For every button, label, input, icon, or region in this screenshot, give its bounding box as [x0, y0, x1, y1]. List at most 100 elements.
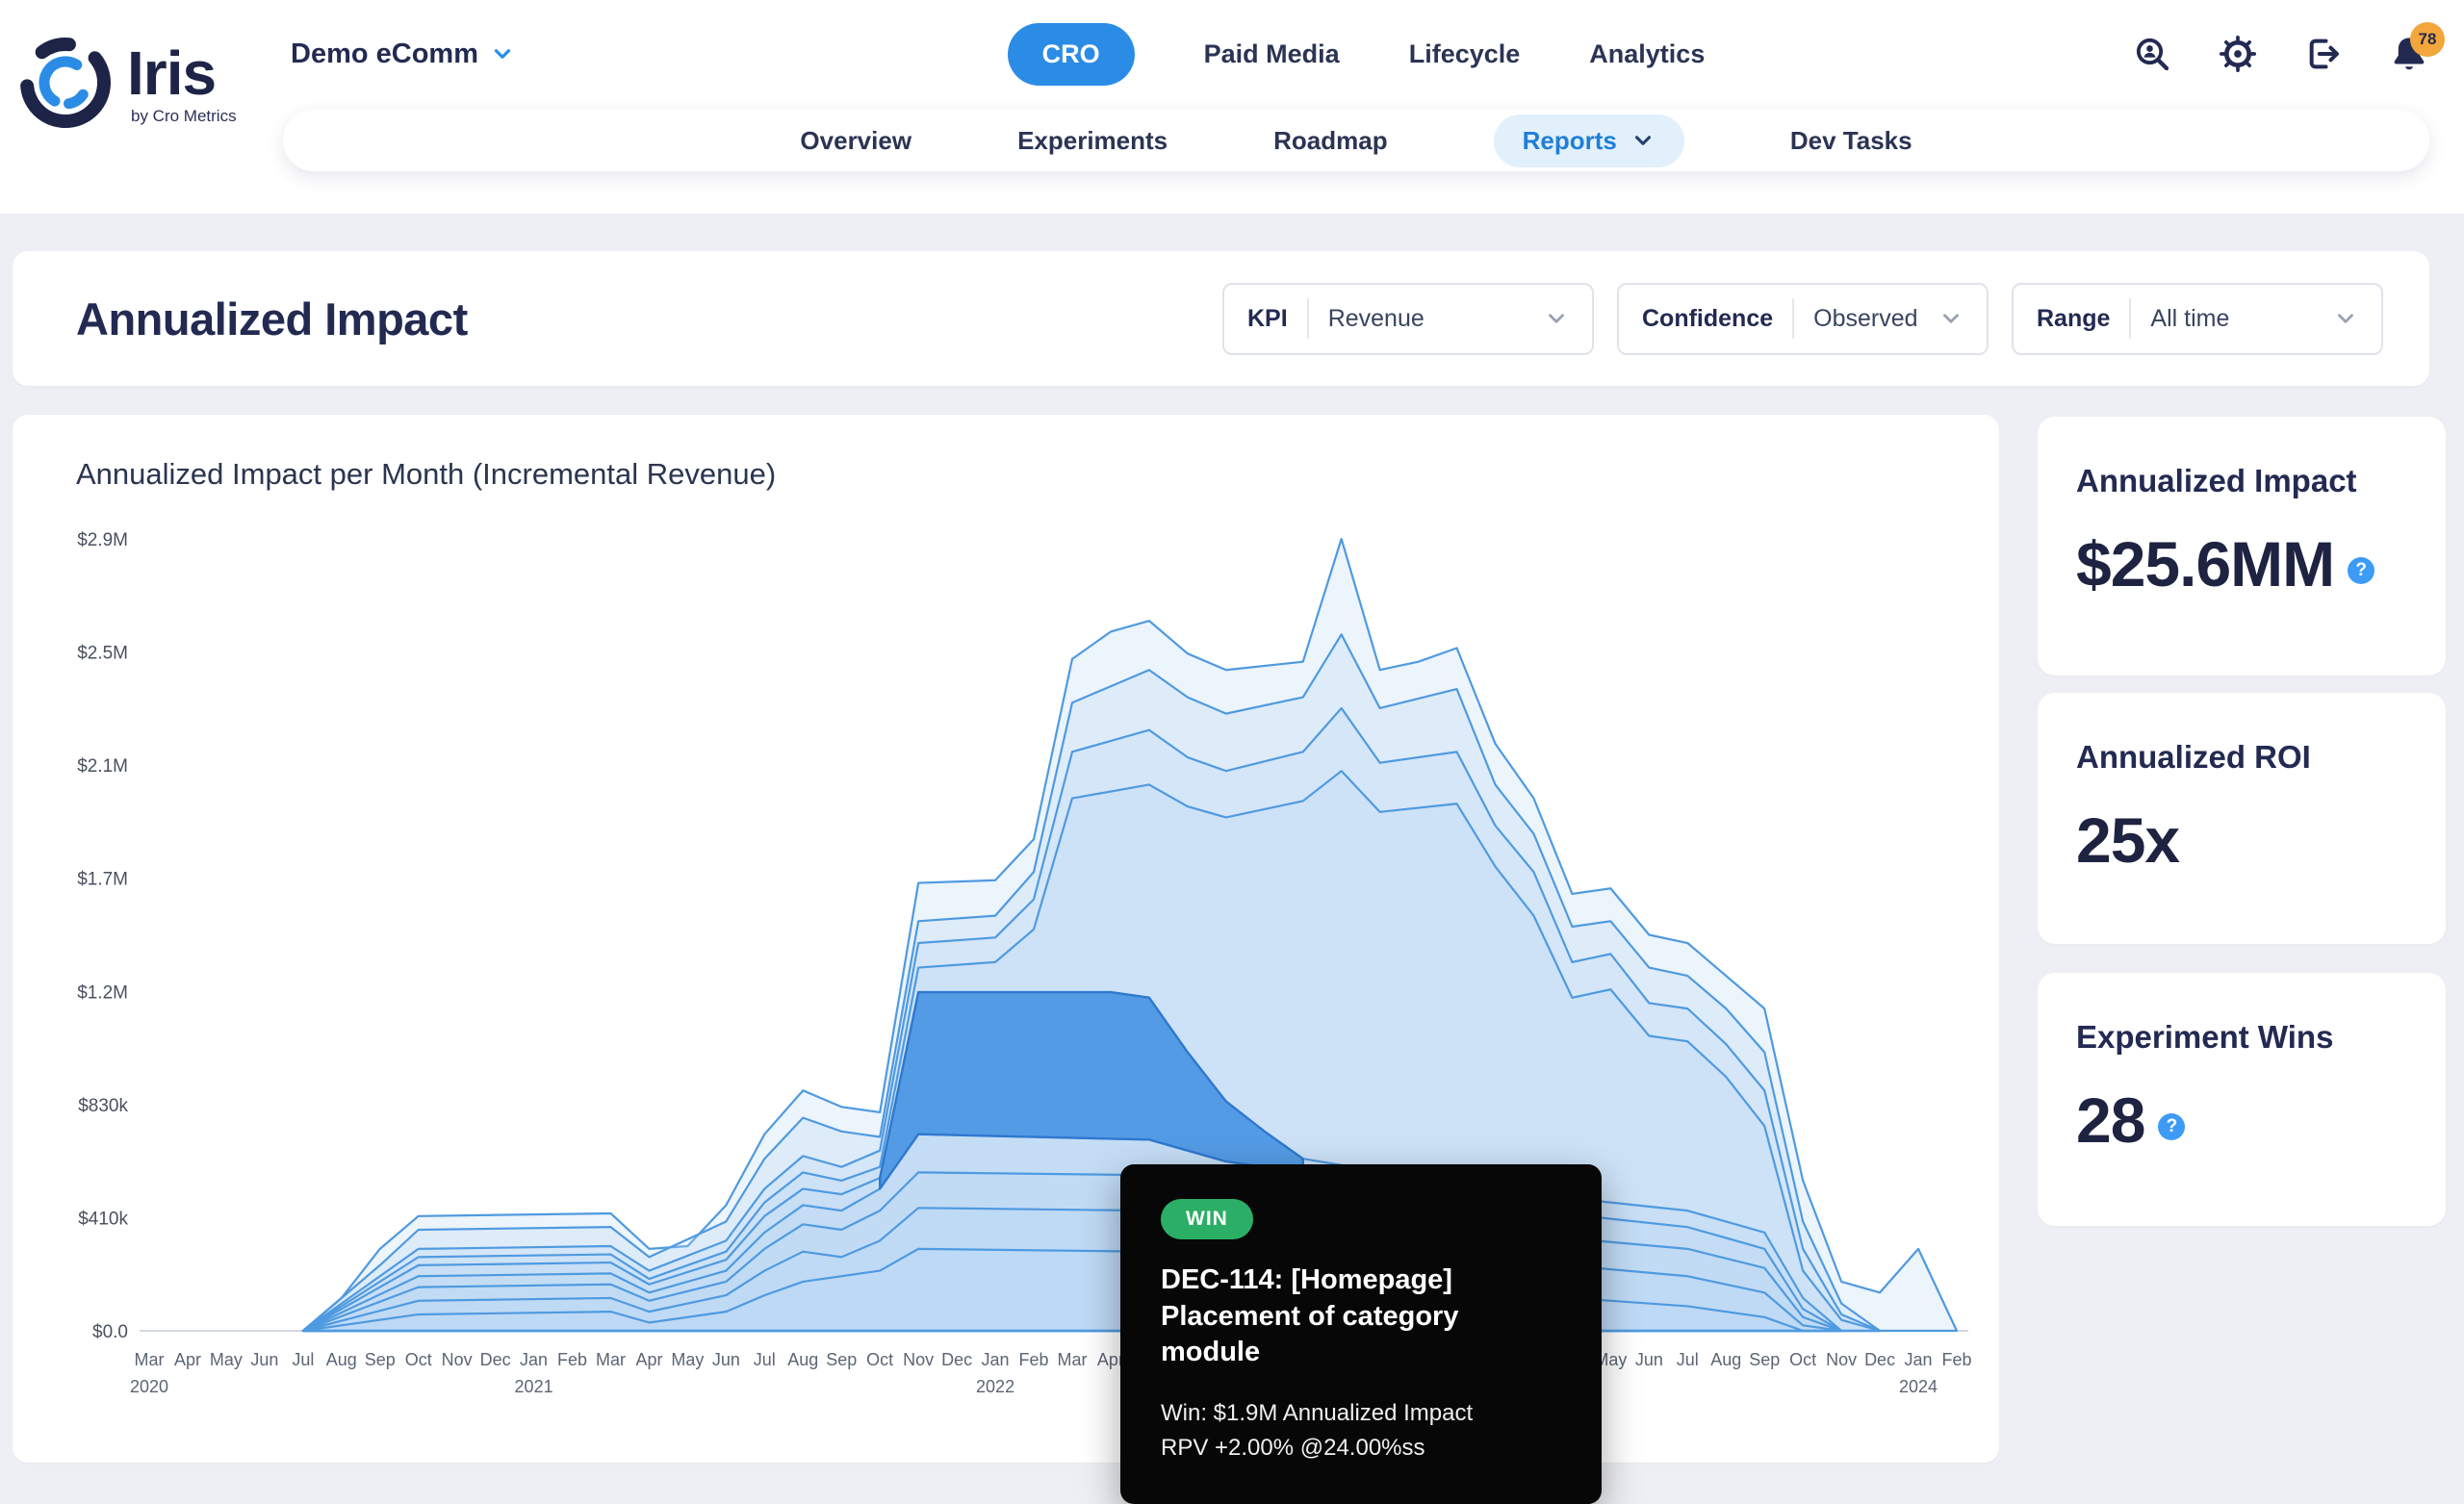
x-tick-label: Dec — [1864, 1350, 1895, 1369]
y-tick-label: $2.1M — [77, 756, 128, 777]
help-icon[interactable]: ? — [2158, 1113, 2186, 1140]
nav-item-analytics[interactable]: Analytics — [1589, 39, 1705, 69]
page-title-bar: Annualized Impact KPI Revenue Confidence… — [13, 251, 2429, 386]
x-tick-label: Jan — [1905, 1350, 1933, 1369]
nav-item-cro[interactable]: CRO — [1007, 22, 1135, 86]
kpi-filter-dropdown[interactable]: KPI Revenue — [1222, 282, 1594, 355]
x-tick-label: Dec — [941, 1350, 972, 1369]
help-icon[interactable]: ? — [2348, 557, 2375, 584]
tooltip-rpv-line: RPV +2.00% @24.00%ss — [1161, 1435, 1425, 1462]
divider — [2129, 298, 2132, 339]
impact-area-chart[interactable]: $0.0 $410k $830k $1.2M $1.7M $2.1M $2.5M $2.9M M… — [13, 415, 1999, 1463]
x-tick-label: Apr — [635, 1350, 662, 1369]
y-tick-label: $0.0 — [92, 1322, 128, 1342]
filter-group: KPI Revenue Confidence Observed Range Al… — [1222, 282, 2383, 355]
x-tick-label: Mar — [1057, 1350, 1087, 1369]
tab-overview[interactable]: Overview — [800, 126, 911, 156]
chevron-down-icon — [1943, 314, 1959, 323]
notification-count-badge: 78 — [2410, 22, 2445, 57]
range-filter-label: Range — [2037, 304, 2111, 332]
y-tick-label: $1.2M — [77, 982, 128, 1003]
primary-nav: CRO Paid Media Lifecycle Analytics — [283, 0, 2429, 108]
iris-logo-icon — [20, 38, 111, 128]
x-tick-label: Nov — [903, 1350, 934, 1369]
x-year-label: 2022 — [976, 1377, 1014, 1396]
x-tick-label: May — [210, 1350, 243, 1369]
nav-item-lifecycle[interactable]: Lifecycle — [1409, 39, 1521, 69]
x-tick-label: Mar — [596, 1350, 626, 1369]
x-tick-label: Jan — [520, 1350, 548, 1369]
x-tick-label: Jul — [1677, 1350, 1699, 1369]
x-year-label: 2021 — [515, 1377, 553, 1396]
x-tick-label: Jan — [982, 1350, 1010, 1369]
header-icon-group: 78 — [2132, 0, 2445, 108]
win-status-badge: WIN — [1161, 1199, 1253, 1239]
tooltip-details: Win: $1.9M Annualized Impact RPV +2.00% … — [1161, 1396, 1561, 1466]
annualized-impact-card: Annualized Impact $25.6MM ? — [2038, 417, 2446, 676]
y-tick-label: $830k — [78, 1096, 128, 1116]
tab-roadmap[interactable]: Roadmap — [1273, 126, 1387, 156]
x-year-label: 2020 — [130, 1377, 168, 1396]
x-tick-label: Sep — [826, 1350, 857, 1369]
tooltip-experiment-title: DEC-114: [Homepage] Placement of categor… — [1161, 1264, 1459, 1368]
chevron-down-icon — [1634, 136, 1651, 145]
range-filter-value: All time — [2150, 304, 2230, 332]
app-header: Iris by Cro Metrics Demo eComm CRO Paid … — [0, 0, 2464, 214]
tooltip-impact-line: Win: $1.9M Annualized Impact — [1161, 1400, 1474, 1427]
x-tick-label: Dec — [480, 1350, 511, 1369]
nav-item-paid-media[interactable]: Paid Media — [1204, 39, 1340, 69]
x-tick-label: Sep — [365, 1350, 396, 1369]
y-tick-label: $2.5M — [77, 644, 128, 664]
tab-reports-label: Reports — [1522, 125, 1617, 155]
chevron-down-icon — [2338, 314, 2353, 323]
annualized-roi-card: Annualized ROI 25x — [2038, 693, 2446, 944]
x-tick-label: Feb — [1941, 1350, 1971, 1369]
stat-title: Experiment Wins — [2076, 1019, 2334, 1055]
x-tick-label: Mar — [135, 1350, 165, 1369]
annualized-impact-value: $25.6MM — [2076, 528, 2335, 599]
x-tick-label: Aug — [326, 1350, 357, 1369]
y-tick-label: $410k — [78, 1209, 128, 1229]
x-tick-label: Nov — [442, 1350, 473, 1369]
logo-title: Iris — [127, 38, 217, 108]
user-search-icon[interactable] — [2132, 34, 2172, 74]
y-tick-label: $1.7M — [77, 870, 128, 890]
tab-dev-tasks[interactable]: Dev Tasks — [1790, 126, 1912, 156]
sign-out-icon[interactable] — [2303, 34, 2344, 74]
y-tick-label: $2.9M — [77, 530, 128, 550]
experiment-wins-value: 28 — [2076, 1084, 2145, 1156]
divider — [1792, 298, 1795, 339]
confidence-filter-value: Observed — [1813, 304, 1918, 332]
x-tick-label: Aug — [787, 1350, 818, 1369]
stat-title: Annualized Impact — [2076, 463, 2357, 498]
x-tick-label: Jun — [712, 1350, 740, 1369]
x-tick-label: Oct — [1789, 1350, 1816, 1369]
kpi-filter-label: KPI — [1247, 304, 1288, 332]
confidence-filter-dropdown[interactable]: Confidence Observed — [1617, 282, 1989, 355]
confidence-filter-label: Confidence — [1642, 304, 1774, 332]
settings-gear-icon[interactable] — [2218, 34, 2258, 74]
x-year-label: 2024 — [1899, 1377, 1938, 1396]
x-tick-label: Sep — [1749, 1350, 1780, 1369]
x-tick-label: Apr — [174, 1350, 201, 1369]
x-tick-label: Aug — [1710, 1350, 1741, 1369]
experiment-wins-card: Experiment Wins 28 ? — [2038, 973, 2446, 1226]
x-tick-label: May — [671, 1350, 704, 1369]
chart-tooltip: WIN DEC-114: [Homepage] Placement of cat… — [1120, 1164, 1602, 1504]
x-tick-label: Jul — [292, 1350, 314, 1369]
tab-experiments[interactable]: Experiments — [1017, 126, 1168, 156]
impact-chart-card: Annualized Impact per Month (Incremental… — [13, 415, 1999, 1504]
kpi-filter-value: Revenue — [1327, 304, 1424, 332]
chevron-down-icon — [1549, 314, 1564, 323]
tab-reports[interactable]: Reports — [1493, 114, 1684, 167]
x-tick-label: Oct — [405, 1350, 432, 1369]
x-tick-label: Feb — [557, 1350, 587, 1369]
x-tick-label: Jun — [1635, 1350, 1663, 1369]
iris-logo[interactable]: Iris by Cro Metrics — [15, 33, 237, 133]
x-tick-label: Oct — [866, 1350, 893, 1369]
range-filter-dropdown[interactable]: Range All time — [2012, 282, 2383, 355]
secondary-nav: Overview Experiments Roadmap Reports Dev… — [283, 110, 2429, 171]
notifications-bell-icon[interactable]: 78 — [2389, 22, 2445, 74]
logo-subtitle: by Cro Metrics — [131, 106, 237, 125]
x-tick-label: Nov — [1826, 1350, 1857, 1369]
